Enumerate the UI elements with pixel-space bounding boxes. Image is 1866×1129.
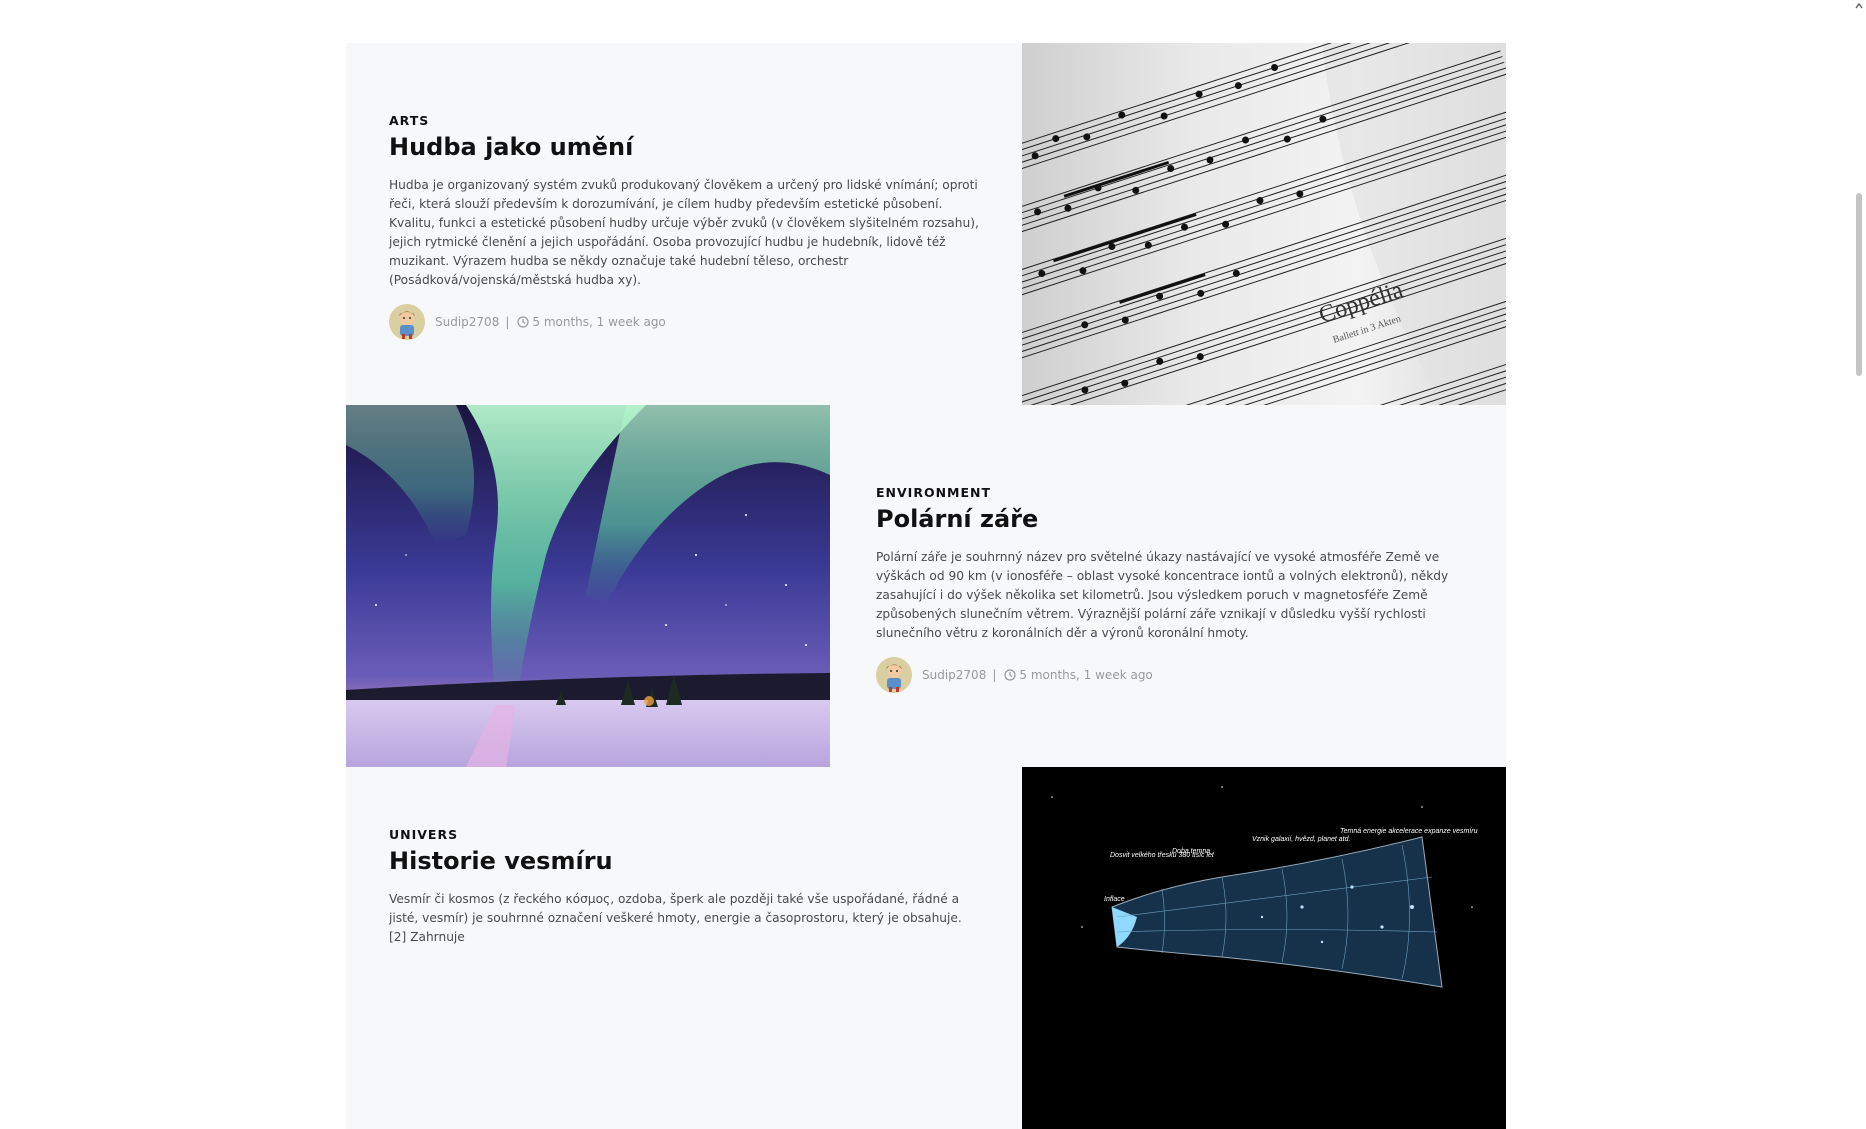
diagram-label: Dosvit velkého třesku 380 tisíc let bbox=[1110, 852, 1215, 859]
post-feed: ARTS Hudba jako umění Hudba je organizov… bbox=[346, 43, 1506, 1129]
post-category[interactable]: UNIVERS bbox=[389, 827, 979, 842]
post-author[interactable]: Sudip2708 bbox=[922, 668, 986, 682]
post-title[interactable]: Historie vesmíru bbox=[389, 846, 979, 876]
universe-timeline-image: Inflace Doba temna Dosvit velkého třesku… bbox=[1022, 767, 1506, 1129]
meta-separator: | bbox=[992, 668, 997, 682]
post-image[interactable]: Inflace Doba temna Dosvit velkého třesku… bbox=[1022, 767, 1506, 1129]
avatar[interactable] bbox=[876, 657, 912, 693]
diagram-label: Inflace bbox=[1104, 896, 1125, 903]
post-time: 5 months, 1 week ago bbox=[532, 315, 666, 329]
post-time: 5 months, 1 week ago bbox=[1019, 668, 1153, 682]
post-title[interactable]: Hudba jako umění bbox=[389, 132, 979, 162]
post-content: ARTS Hudba jako umění Hudba je organizov… bbox=[389, 113, 979, 340]
post-image[interactable] bbox=[346, 405, 830, 767]
post-content: UNIVERS Historie vesmíru Vesmír či kosmo… bbox=[389, 827, 979, 961]
post-category[interactable]: ARTS bbox=[389, 113, 979, 128]
post-card: ENVIRONMENT Polární záře Polární záře je… bbox=[346, 405, 1506, 767]
meta-separator: | bbox=[505, 315, 510, 329]
diagram-label: Temná energie akcelerace expanze vesmíru bbox=[1340, 828, 1478, 835]
post-author[interactable]: Sudip2708 bbox=[435, 315, 499, 329]
post-card: ARTS Hudba jako umění Hudba je organizov… bbox=[346, 43, 1506, 405]
post-content: ENVIRONMENT Polární záře Polární záře je… bbox=[876, 485, 1462, 693]
post-card: UNIVERS Historie vesmíru Vesmír či kosmo… bbox=[346, 767, 1506, 1129]
vertical-scrollbar[interactable] bbox=[1852, 0, 1866, 920]
avatar[interactable] bbox=[389, 304, 425, 340]
clock-icon bbox=[1004, 669, 1016, 681]
post-meta: Sudip2708 | 5 months, 1 week ago bbox=[876, 657, 1462, 693]
post-image[interactable]: Coppélia Ballett in 3 Akten bbox=[1022, 43, 1506, 405]
diagram-label: Vznik galaxií, hvězd, planet atd. bbox=[1252, 836, 1351, 843]
scrollbar-thumb[interactable] bbox=[1856, 193, 1862, 376]
aurora-image bbox=[346, 405, 830, 767]
post-meta: Sudip2708 | 5 months, 1 week ago bbox=[389, 304, 979, 340]
post-excerpt: Vesmír či kosmos (z řeckého κόσμος, ozdo… bbox=[389, 892, 962, 944]
post-title[interactable]: Polární záře bbox=[876, 504, 1462, 534]
scroll-up-icon[interactable] bbox=[1855, 2, 1863, 10]
post-category[interactable]: ENVIRONMENT bbox=[876, 485, 1462, 500]
post-excerpt: Hudba je organizovaný systém zvuků produ… bbox=[389, 178, 979, 287]
clock-icon bbox=[517, 316, 529, 328]
post-excerpt: Polární záře je souhrnný název pro světe… bbox=[876, 550, 1449, 640]
sheet-music-image: Coppélia Ballett in 3 Akten bbox=[1022, 43, 1506, 405]
